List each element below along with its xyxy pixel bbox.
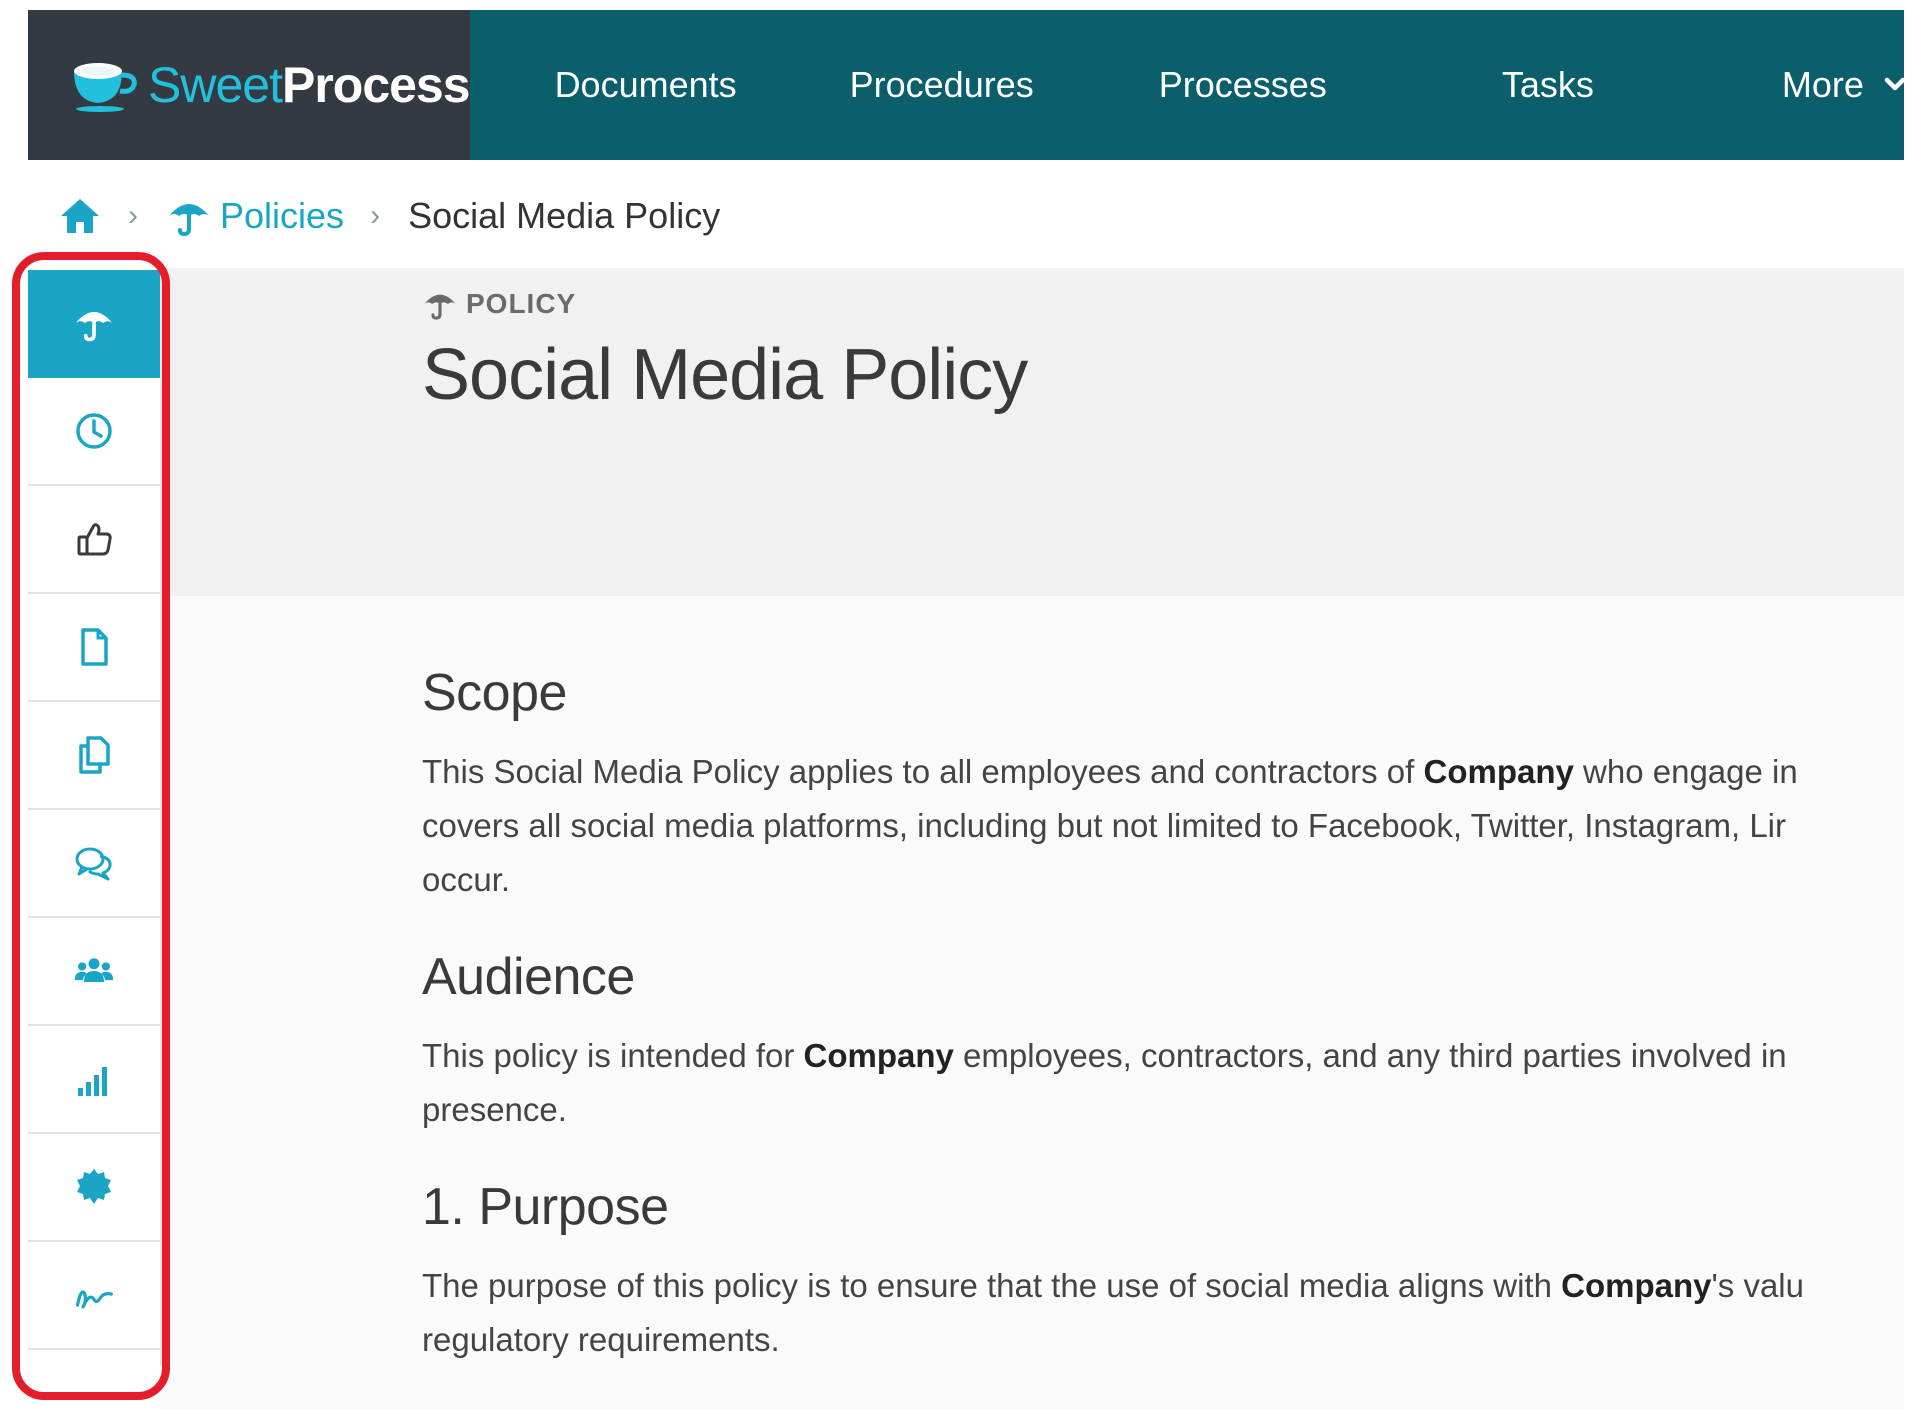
umbrella-icon: [169, 204, 209, 236]
nav-tasks-label: Tasks: [1501, 64, 1594, 105]
section-heading-audience: Audience: [422, 948, 635, 1006]
section-text-purpose: The purpose of this policy is to ensure …: [422, 1259, 1904, 1367]
text-run: 's valu: [1711, 1267, 1804, 1304]
sidebar-item-certification[interactable]: [28, 1134, 160, 1242]
text-run: This policy is intended for: [422, 1037, 804, 1074]
comments-icon: [75, 847, 112, 881]
brand-name-part2: Process: [281, 57, 471, 113]
section-heading-purpose: 1. Purpose: [422, 1178, 669, 1236]
nav-processes-label: Processes: [1158, 64, 1327, 105]
sidebar-item-history[interactable]: [28, 378, 160, 486]
nav-documents[interactable]: Documents: [555, 10, 737, 160]
umbrella-icon: [424, 294, 456, 320]
policy-type-text: POLICY: [466, 288, 577, 319]
document-icon: [81, 628, 108, 666]
brand-name-part1: Sweet: [148, 57, 283, 113]
text-run: who engage in: [1573, 753, 1798, 790]
breadcrumb-policies-link[interactable]: Policies: [166, 195, 344, 237]
nav-more-label: More: [1781, 64, 1864, 105]
clock-icon: [76, 413, 112, 449]
page-title: Social Media Policy: [422, 335, 1028, 415]
company-name: Company: [1561, 1267, 1712, 1304]
sidebar-item-approvals[interactable]: [28, 486, 160, 594]
breadcrumb-current: Social Media Policy: [408, 195, 721, 236]
badge-icon: [77, 1169, 111, 1204]
breadcrumb-separator: ›: [370, 199, 381, 232]
text-run: covers all social media platforms, inclu…: [422, 807, 1787, 844]
text-run: employees, contractors, and any third pa…: [953, 1037, 1787, 1074]
nav-tasks[interactable]: Tasks: [1502, 10, 1594, 160]
text-run: regulatory requirements.: [422, 1321, 780, 1358]
policy-type-label: POLICY: [422, 288, 576, 320]
section-text-audience: This policy is intended for Company empl…: [422, 1029, 1904, 1137]
thumbs-up-icon: [77, 523, 112, 556]
content-area: POLICY Social Media Policy Scope This So…: [160, 268, 1904, 1409]
cup-logo-icon: [74, 63, 137, 112]
sidebar-item-document[interactable]: [28, 594, 160, 702]
home-icon[interactable]: [58, 196, 102, 236]
nav-processes[interactable]: Processes: [1159, 10, 1327, 160]
policy-header: POLICY Social Media Policy: [160, 268, 1904, 596]
nav-procedures[interactable]: Procedures: [850, 10, 1034, 160]
main-nav: Documents Procedures Processes Tasks Mor…: [470, 10, 1906, 160]
nav-documents-label: Documents: [554, 64, 737, 105]
logo[interactable]: SweetProcess: [28, 10, 471, 160]
brand-name: SweetProcess: [148, 57, 471, 113]
policy-document-body: Scope This Social Media Policy applies t…: [422, 663, 1904, 1407]
signature-icon: [75, 1290, 113, 1309]
section-text-scope: This Social Media Policy applies to all …: [422, 745, 1904, 907]
nav-more-dropdown[interactable]: More: [1782, 10, 1906, 160]
section-heading-scope: Scope: [422, 664, 567, 722]
breadcrumb-separator: ›: [128, 199, 138, 232]
text-run: This Social Media Policy applies to all …: [422, 753, 1424, 790]
company-name: Company: [1423, 753, 1574, 790]
copy-icon: [79, 736, 110, 774]
sidebar-item-team[interactable]: [28, 918, 160, 1026]
text-run: occur.: [422, 861, 511, 898]
sidebar-item-copies[interactable]: [28, 702, 160, 810]
sidebar-item-stats[interactable]: [28, 1026, 160, 1134]
signal-bars-icon: [78, 1067, 107, 1096]
sidebar-item-comments[interactable]: [28, 810, 160, 918]
text-run: The purpose of this policy is to ensure …: [422, 1267, 1562, 1304]
nav-procedures-label: Procedures: [849, 64, 1034, 105]
company-name: Company: [803, 1037, 954, 1074]
breadcrumb-policies-label: Policies: [220, 195, 345, 236]
text-run: presence.: [422, 1091, 567, 1128]
sidebar-item-policy[interactable]: [28, 270, 160, 378]
umbrella-icon: [75, 312, 113, 342]
users-icon: [74, 958, 114, 982]
icon-sidebar: [28, 270, 162, 1365]
sidebar-item-signoff[interactable]: [28, 1242, 160, 1350]
top-navigation-bar: SweetProcess Documents Procedures Proces…: [28, 10, 1906, 160]
breadcrumb: › Policies › Social Media Policy: [58, 190, 720, 242]
chevron-down-icon: [1884, 77, 1906, 91]
